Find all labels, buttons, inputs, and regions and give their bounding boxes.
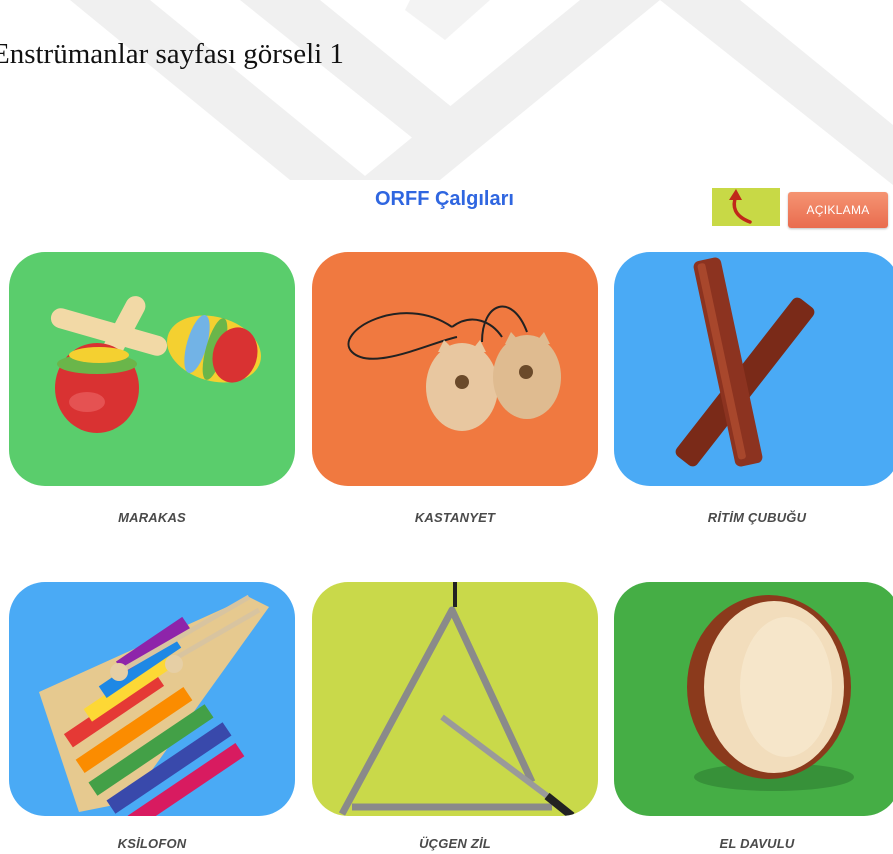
instrument-label: RİTİM ÇUBUĞU xyxy=(707,510,807,525)
instrument-card-ritim-cubugu[interactable] xyxy=(614,252,893,486)
instrument-label: KSİLOFON xyxy=(117,836,187,851)
instrument-card-el-davulu[interactable] xyxy=(614,582,893,816)
instrument-card-marakas[interactable] xyxy=(9,252,295,486)
instrument-label: KASTANYET xyxy=(414,510,496,525)
instrument-card-kastanyet[interactable] xyxy=(312,252,598,486)
instrument-card-ksilofon[interactable] xyxy=(9,582,295,816)
page-title: ORFF Çalgıları xyxy=(375,188,514,210)
info-button[interactable]: AÇIKLAMA xyxy=(788,192,888,228)
back-button[interactable] xyxy=(712,188,780,226)
instrument-card-ucgen-zil[interactable] xyxy=(312,582,598,816)
instrument-label: EL DAVULU xyxy=(719,836,795,851)
instrument-label: MARAKAS xyxy=(118,510,186,525)
watermark-logo xyxy=(70,0,893,185)
figure-caption: Enstrümanlar sayfası görseli 1 xyxy=(0,38,344,70)
instrument-label: ÜÇGEN ZİL xyxy=(419,836,491,851)
back-arrow-icon xyxy=(729,189,752,224)
